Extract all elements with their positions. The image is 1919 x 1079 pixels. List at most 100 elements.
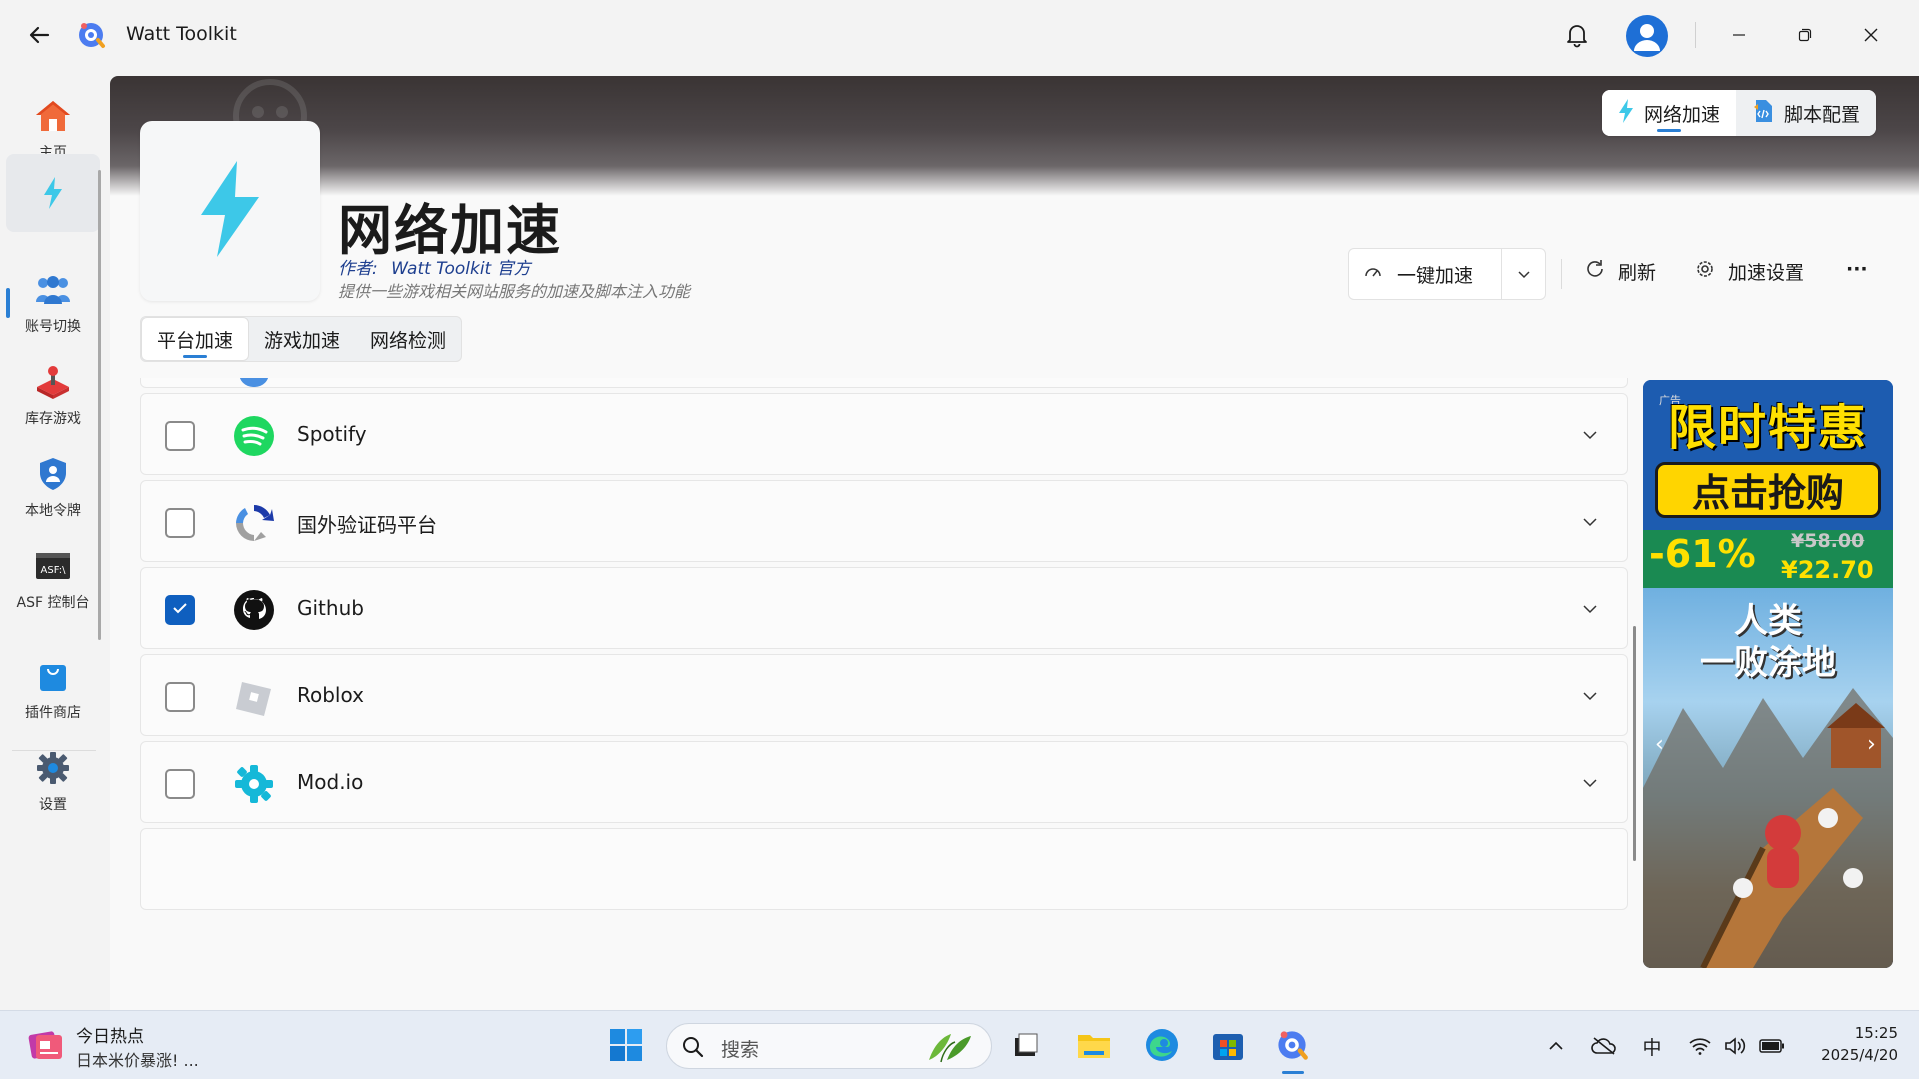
lightning-icon [33,173,73,213]
minimize-icon[interactable] [1724,20,1754,50]
taskbar: 今日热点 日本米价暴涨! ... 搜索 中 15:25 2025/4/20 [0,1010,1919,1079]
gear-icon [1694,258,1716,285]
service-checkbox[interactable] [165,595,195,625]
gear-icon [33,748,73,788]
joystick-icon [33,362,73,402]
tab-game-accel[interactable]: 游戏加速 [249,317,355,361]
chevron-down-icon[interactable] [1579,598,1601,620]
one-click-accel-button[interactable]: 一键加速 [1349,261,1501,288]
author-link[interactable]: Watt Toolkit 官方 [391,259,530,279]
sidebar-item-network-accel[interactable] [6,154,100,232]
user-avatar[interactable] [1626,15,1668,57]
news-widget-headline[interactable]: 日本米价暴涨! ... [76,1047,199,1071]
bell-icon[interactable] [1562,20,1592,50]
sidebar-item-library-games[interactable]: 库存游戏 [6,348,100,442]
ad-game-title: 人类 一败涂地 [1700,601,1836,683]
tab-network-check[interactable]: 网络检测 [355,317,461,361]
sidebar-item-account-switch[interactable]: 账号切换 [6,256,100,350]
lightning-icon [1618,98,1634,129]
view-segment-control: 网络加速 脚本配置 [1602,90,1877,136]
script-icon [1752,99,1774,128]
restore-icon[interactable] [1790,20,1820,50]
plugin-description: 提供一些游戏相关网站服务的加速及脚本注入功能 [338,282,691,301]
volume-icon[interactable] [1722,1033,1750,1059]
wifi-icon[interactable] [1686,1033,1714,1059]
taskbar-search-box[interactable]: 搜索 [666,1023,992,1069]
search-icon [681,1035,705,1063]
service-checkbox[interactable] [165,508,195,538]
shield-icon [33,454,73,494]
microsoft-store-icon[interactable] [1208,1025,1248,1065]
sidebar-item-asf-console[interactable]: ASF:\ ASF 控制台 [6,532,100,626]
back-arrow-icon[interactable] [26,22,52,48]
service-checkbox[interactable] [165,421,195,451]
segment-network-accel[interactable]: 网络加速 [1602,90,1737,136]
ad-new-price: ¥22.70 [1781,556,1874,584]
more-options-button[interactable]: ··· [1846,258,1868,280]
plugin-icon-tile [140,121,320,301]
sidebar-item-plugin-store[interactable]: 插件商店 [6,642,100,736]
search-highlight-leaf-icon [923,1030,977,1068]
refresh-button[interactable]: 刷新 [1584,258,1656,285]
battery-icon[interactable] [1758,1033,1786,1059]
sidebar-item-local-token[interactable]: 本地令牌 [6,440,100,534]
ad-old-price: ¥58.00 [1791,530,1865,552]
list-item: 国外验证码平台 [140,480,1628,562]
refresh-icon [1584,258,1606,285]
windows-start-icon[interactable] [606,1025,646,1065]
roblox-icon [233,676,275,718]
svg-text:ASF:\: ASF:\ [41,565,67,576]
chevron-right-icon[interactable]: › [1867,732,1876,757]
list-item: Github [140,567,1628,649]
service-checkbox[interactable] [165,769,195,799]
onedrive-offline-icon[interactable] [1590,1033,1618,1059]
ad-banner[interactable]: 广告 限时特惠 点击抢购 -61% ¥58.00 ¥22.70 人类 一败涂地 [1643,380,1893,968]
asf-console-icon: ASF:\ [33,546,73,586]
list-item: Roblox [140,654,1628,736]
list-item [140,378,1628,388]
taskbar-clock[interactable]: 15:25 2025/4/20 [1808,1022,1898,1066]
list-item [140,828,1628,910]
tab-active-underline [183,355,207,358]
github-icon [233,589,275,631]
ad-discount: -61% [1649,532,1756,576]
task-view-icon[interactable] [1006,1025,1046,1065]
segment-active-underline [1657,129,1681,132]
ime-indicator[interactable]: 中 [1638,1033,1666,1059]
chevron-up-icon[interactable] [1542,1033,1570,1059]
sidebar: 主页 账号切换 库存游戏 本地令牌 ASF:\ ASF 控制台 插件商店 设置 [0,70,108,1010]
clock-time: 15:25 [1854,1024,1898,1042]
chevron-down-icon[interactable] [1579,424,1601,446]
file-explorer-icon[interactable] [1074,1025,1114,1065]
list-item: Spotify [140,393,1628,475]
modio-icon [233,763,275,805]
news-widget-icon[interactable] [28,1027,64,1063]
segment-script-config[interactable]: 脚本配置 [1736,90,1877,136]
clock-date: 2025/4/20 [1821,1046,1898,1064]
service-name: Mod.io [297,770,364,794]
toolbar-divider [1561,259,1562,289]
home-icon [33,96,73,136]
tab-platform-accel[interactable]: 平台加速 [141,317,250,361]
sidebar-item-settings[interactable]: 设置 [6,734,100,828]
edge-browser-icon[interactable] [1142,1025,1182,1065]
accel-settings-button[interactable]: 加速设置 [1694,258,1804,285]
chevron-down-icon[interactable] [1579,772,1601,794]
service-name: Roblox [297,683,364,707]
ad-headline: 限时特惠 [1667,400,1868,456]
chevron-down-icon[interactable] [1579,511,1601,533]
titlebar-divider [1695,22,1696,48]
sidebar-scrollbar[interactable] [98,170,101,640]
news-widget-title[interactable]: 今日热点 [76,1022,144,1047]
ad-cta[interactable]: 点击抢购 [1655,462,1881,518]
chevron-left-icon[interactable]: ‹ [1655,732,1664,757]
spotify-icon [233,415,275,457]
watt-toolkit-taskbar-icon[interactable] [1272,1025,1312,1065]
close-icon[interactable] [1856,20,1886,50]
list-scrollbar[interactable] [1633,626,1636,861]
chevron-down-icon[interactable] [1579,685,1601,707]
service-checkbox[interactable] [165,682,195,712]
recaptcha-icon [233,502,275,544]
category-tabs: 平台加速 游戏加速 网络检测 [140,316,463,362]
chevron-down-icon[interactable] [1502,267,1545,281]
